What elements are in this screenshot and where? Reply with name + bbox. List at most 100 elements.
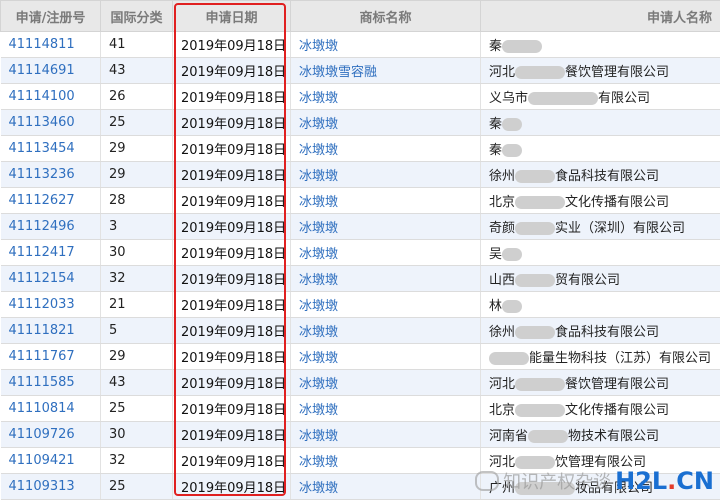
trademark-name[interactable]: 冰墩墩 <box>291 396 481 422</box>
trademark-name-link[interactable]: 冰墩墩 <box>299 169 338 184</box>
trademark-name[interactable]: 冰墩墩 <box>291 240 481 266</box>
registration-number-link[interactable]: 41110814 <box>9 401 75 416</box>
trademark-name-link[interactable]: 冰墩墩 <box>299 481 338 496</box>
table-row[interactable]: 41111585432019年09月18日冰墩墩河北餐饮管理有限公司 <box>1 370 720 396</box>
trademark-name-link[interactable]: 冰墩墩 <box>299 195 338 210</box>
trademark-name[interactable]: 冰墩墩 <box>291 110 481 136</box>
table-row[interactable]: 41114811412019年09月18日冰墩墩秦 <box>1 32 720 58</box>
table-row[interactable]: 41113460252019年09月18日冰墩墩秦 <box>1 110 720 136</box>
trademark-name[interactable]: 冰墩墩 <box>291 214 481 240</box>
trademark-name-link[interactable]: 冰墩墩 <box>299 325 338 340</box>
registration-number-link[interactable]: 41112496 <box>9 219 75 234</box>
table-row[interactable]: 41113454292019年09月18日冰墩墩秦 <box>1 136 720 162</box>
registration-number-link[interactable]: 41109421 <box>9 453 75 468</box>
table-row[interactable]: 41112417302019年09月18日冰墩墩吴 <box>1 240 720 266</box>
trademark-name-link[interactable]: 冰墩墩 <box>299 377 338 392</box>
table-row[interactable]: 41112154322019年09月18日冰墩墩山西贸有限公司 <box>1 266 720 292</box>
trademark-table: 申请/注册号 国际分类 申请日期 商标名称 申请人名称 411148114120… <box>0 0 720 500</box>
registration-number[interactable]: 41114691 <box>1 58 101 84</box>
registration-number[interactable]: 41112627 <box>1 188 101 214</box>
registration-number-link[interactable]: 41109313 <box>9 479 75 494</box>
registration-number-link[interactable]: 41112033 <box>9 297 75 312</box>
registration-number[interactable]: 41110814 <box>1 396 101 422</box>
table-row[interactable]: 41110814252019年09月18日冰墩墩北京文化传播有限公司 <box>1 396 720 422</box>
table-row[interactable]: 41112033212019年09月18日冰墩墩林 <box>1 292 720 318</box>
registration-number[interactable]: 41114811 <box>1 32 101 58</box>
international-class: 25 <box>101 474 173 500</box>
registration-number-link[interactable]: 41114811 <box>9 37 75 52</box>
trademark-name[interactable]: 冰墩墩 <box>291 370 481 396</box>
trademark-name-link[interactable]: 冰墩墩 <box>299 91 338 106</box>
registration-number-link[interactable]: 41111767 <box>9 349 75 364</box>
trademark-name-link[interactable]: 冰墩墩 <box>299 273 338 288</box>
table-row[interactable]: 41114691432019年09月18日冰墩墩雪容融河北餐饮管理有限公司 <box>1 58 720 84</box>
trademark-name[interactable]: 冰墩墩 <box>291 292 481 318</box>
table-row[interactable]: 41109726302019年09月18日冰墩墩河南省物技术有限公司 <box>1 422 720 448</box>
registration-number[interactable]: 41112417 <box>1 240 101 266</box>
trademark-name-link[interactable]: 冰墩墩 <box>299 247 338 262</box>
table-row[interactable]: 4111249632019年09月18日冰墩墩奇颜实业（深圳）有限公司 <box>1 214 720 240</box>
registration-number-link[interactable]: 41111585 <box>9 375 75 390</box>
table-row[interactable]: 41111767292019年09月18日冰墩墩能量生物科技（江苏）有限公司 <box>1 344 720 370</box>
header-international-class[interactable]: 国际分类 <box>101 1 173 32</box>
registration-number[interactable]: 41109313 <box>1 474 101 500</box>
registration-number-link[interactable]: 41112417 <box>9 245 75 260</box>
trademark-name-link[interactable]: 冰墩墩 <box>299 143 338 158</box>
registration-number-link[interactable]: 41112154 <box>9 271 75 286</box>
table-row[interactable]: 4111182152019年09月18日冰墩墩徐州食品科技有限公司 <box>1 318 720 344</box>
registration-number-link[interactable]: 41113454 <box>9 141 75 156</box>
redacted-blur <box>515 274 555 287</box>
trademark-name-link[interactable]: 冰墩墩 <box>299 117 338 132</box>
registration-number-link[interactable]: 41113236 <box>9 167 75 182</box>
registration-number-link[interactable]: 41113460 <box>9 115 75 130</box>
trademark-name-link[interactable]: 冰墩墩 <box>299 455 338 470</box>
table-row[interactable]: 41114100262019年09月18日冰墩墩义乌市有限公司 <box>1 84 720 110</box>
registration-number-link[interactable]: 41112627 <box>9 193 75 208</box>
registration-number[interactable]: 41109421 <box>1 448 101 474</box>
registration-number[interactable]: 41111585 <box>1 370 101 396</box>
registration-number[interactable]: 41109726 <box>1 422 101 448</box>
trademark-name-link[interactable]: 冰墩墩 <box>299 429 338 444</box>
redacted-blur <box>515 66 565 79</box>
registration-number[interactable]: 41112496 <box>1 214 101 240</box>
registration-number[interactable]: 41111821 <box>1 318 101 344</box>
registration-number-link[interactable]: 41109726 <box>9 427 75 442</box>
registration-number[interactable]: 41113236 <box>1 162 101 188</box>
trademark-name-link[interactable]: 冰墩墩 <box>299 39 338 54</box>
trademark-name[interactable]: 冰墩墩 <box>291 136 481 162</box>
header-trademark-name[interactable]: 商标名称 <box>291 1 481 32</box>
table-row[interactable]: 41112627282019年09月18日冰墩墩北京文化传播有限公司 <box>1 188 720 214</box>
trademark-name[interactable]: 冰墩墩 <box>291 474 481 500</box>
header-registration-number[interactable]: 申请/注册号 <box>1 1 101 32</box>
trademark-name-link[interactable]: 冰墩墩 <box>299 299 338 314</box>
trademark-name[interactable]: 冰墩墩 <box>291 188 481 214</box>
trademark-name[interactable]: 冰墩墩 <box>291 344 481 370</box>
trademark-name[interactable]: 冰墩墩 <box>291 422 481 448</box>
registration-number-link[interactable]: 41114691 <box>9 63 75 78</box>
trademark-name[interactable]: 冰墩墩 <box>291 266 481 292</box>
header-applicant-name[interactable]: 申请人名称 <box>481 1 720 32</box>
table-row[interactable]: 41113236292019年09月18日冰墩墩徐州食品科技有限公司 <box>1 162 720 188</box>
registration-number[interactable]: 41111767 <box>1 344 101 370</box>
trademark-name[interactable]: 冰墩墩雪容融 <box>291 58 481 84</box>
redacted-blur <box>502 248 522 261</box>
trademark-name-link[interactable]: 冰墩墩雪容融 <box>299 65 377 80</box>
trademark-name-link[interactable]: 冰墩墩 <box>299 221 338 236</box>
registration-number-link[interactable]: 41114100 <box>9 89 75 104</box>
applicant-suffix: 文化传播有限公司 <box>565 195 669 210</box>
registration-number[interactable]: 41114100 <box>1 84 101 110</box>
trademark-name[interactable]: 冰墩墩 <box>291 162 481 188</box>
registration-number[interactable]: 41112033 <box>1 292 101 318</box>
table-body: 41114811412019年09月18日冰墩墩秦41114691432019年… <box>1 32 720 500</box>
header-application-date[interactable]: 申请日期 <box>173 1 291 32</box>
trademark-name[interactable]: 冰墩墩 <box>291 318 481 344</box>
registration-number[interactable]: 41113460 <box>1 110 101 136</box>
registration-number-link[interactable]: 41111821 <box>9 323 75 338</box>
trademark-name[interactable]: 冰墩墩 <box>291 32 481 58</box>
registration-number[interactable]: 41113454 <box>1 136 101 162</box>
trademark-name[interactable]: 冰墩墩 <box>291 84 481 110</box>
registration-number[interactable]: 41112154 <box>1 266 101 292</box>
trademark-name-link[interactable]: 冰墩墩 <box>299 351 338 366</box>
trademark-name-link[interactable]: 冰墩墩 <box>299 403 338 418</box>
trademark-name[interactable]: 冰墩墩 <box>291 448 481 474</box>
